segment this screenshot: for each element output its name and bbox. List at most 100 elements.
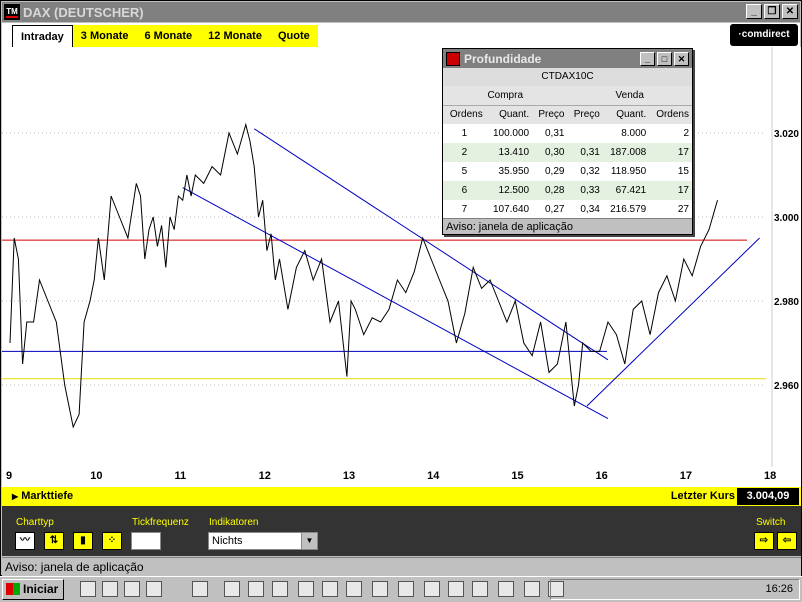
search-icon[interactable] xyxy=(124,581,140,597)
tickfrequenz-input[interactable] xyxy=(131,532,161,550)
y-tick-label: 2.960 xyxy=(774,381,799,392)
x-tick-label: 13 xyxy=(342,470,356,482)
tab-intraday[interactable]: Intraday xyxy=(12,25,73,47)
order-cell: 7 xyxy=(461,204,468,215)
tab-6-monate[interactable]: 6 Monate xyxy=(136,25,200,47)
tab-quote[interactable]: Quote xyxy=(270,25,318,47)
order-cell: 0,34 xyxy=(580,204,600,215)
clock: 16:26 xyxy=(765,583,793,595)
markttiefe-link[interactable]: ▶ Markttiefe xyxy=(12,490,73,502)
order-cell: 1 xyxy=(461,128,468,139)
order-cell: 0,29 xyxy=(545,166,565,177)
tm-icon[interactable] xyxy=(322,581,338,597)
info-bar: ▶ Markttiefe Letzter Kurs 3.004,09 xyxy=(2,487,801,506)
order-cell: 187.008 xyxy=(602,143,650,162)
order-row[interactable]: 1 100.000 0,31 8.000 2 xyxy=(443,124,692,143)
trend-line-rising xyxy=(586,237,760,407)
column-header: Preço xyxy=(567,104,603,124)
maximize-icon[interactable]: □ xyxy=(657,52,672,66)
browser-icon[interactable] xyxy=(248,581,264,597)
brand-logo: ·comdirect xyxy=(730,24,798,46)
taskbar: Iniciar 16:26 xyxy=(0,576,802,602)
order-row[interactable]: 7 107.640 0,27 0,34 216.579 27 xyxy=(443,200,692,219)
browser-icon[interactable] xyxy=(224,581,240,597)
browser-icon[interactable] xyxy=(472,581,488,597)
indikatoren-select[interactable]: Nichts ▼ xyxy=(208,532,318,550)
order-cell: 13.410 xyxy=(485,143,533,162)
close-icon[interactable]: ✕ xyxy=(674,52,689,66)
main-window: TM DAX (DEUTSCHER) _ ❐ ✕ Intraday 3 Mona… xyxy=(0,0,802,576)
tools-icon[interactable] xyxy=(102,581,118,597)
order-cell: 216.579 xyxy=(610,204,647,215)
minimize-icon[interactable]: _ xyxy=(640,52,655,66)
minimize-icon[interactable]: _ xyxy=(746,4,762,19)
tab-12-monate[interactable]: 12 Monate xyxy=(200,25,270,47)
browser-icon[interactable] xyxy=(524,581,540,597)
ohlc-chart-icon[interactable]: ⇅ xyxy=(44,532,64,550)
order-cell: 0,32 xyxy=(580,166,600,177)
aviso-label: Aviso: janela de aplicação xyxy=(443,218,692,234)
x-tick-label: 18 xyxy=(764,470,777,482)
x-tick-label: 10 xyxy=(90,470,103,482)
order-row[interactable]: 6 12.500 0,28 0,33 67.421 17 xyxy=(443,181,692,200)
switch-left-icon[interactable]: ⇨ xyxy=(754,532,774,550)
x-tick-label: 16 xyxy=(595,470,608,482)
charttyp-label: Charttyp xyxy=(16,517,54,528)
x-tick-label: 11 xyxy=(174,470,187,482)
switch-label: Switch xyxy=(756,517,786,528)
venda-header: Venda xyxy=(567,86,692,105)
order-cell: 0,30 xyxy=(532,143,568,162)
tab-3-monate[interactable]: 3 Monate xyxy=(73,25,137,47)
order-cell: 0,31 xyxy=(545,128,565,139)
order-cell: 8.000 xyxy=(621,128,647,139)
program-icon[interactable] xyxy=(398,581,414,597)
order-cell: 0,31 xyxy=(567,143,603,162)
compra-header: Compra xyxy=(443,86,568,105)
x-tick-label: 9 xyxy=(6,470,13,482)
order-cell: 0,28 xyxy=(532,181,568,200)
order-book-table: Compra Venda Ordens Quant. Preço Preço Quant… xyxy=(443,86,692,219)
app-icon[interactable] xyxy=(498,581,514,597)
tickfrequenz-label: Tickfrequenz xyxy=(132,517,189,528)
order-cell: 2 xyxy=(443,143,486,162)
profundidade-window[interactable]: Profundidade _ □ ✕ CTDAX10C Compra Venda… xyxy=(442,48,693,235)
profundidade-title: Profundidade xyxy=(464,51,542,66)
order-cell: 27 xyxy=(677,204,689,215)
last-price-label: Letzter Kurs xyxy=(670,490,735,502)
title-bar[interactable]: TM DAX (DEUTSCHER) _ ❐ ✕ xyxy=(2,2,800,22)
line-chart-icon[interactable]: 〰 xyxy=(15,532,35,550)
status-bar: Aviso: janela de aplicação xyxy=(2,557,801,576)
app-icon[interactable] xyxy=(146,581,162,597)
windows-flag-icon xyxy=(6,583,20,595)
chevron-down-icon[interactable]: ▼ xyxy=(301,533,317,549)
order-cell: 107.640 xyxy=(492,204,530,215)
x-tick-label: 12 xyxy=(258,470,271,482)
program-icon[interactable] xyxy=(372,581,388,597)
order-row[interactable]: 5 35.950 0,29 0,32 118.950 15 xyxy=(443,162,692,181)
control-panel: Charttyp 〰 ⇅ ▮ ⁘ Tickfrequenz Indikatore… xyxy=(2,506,801,556)
x-axis: 9 10 11 12 13 14 15 16 17 18 xyxy=(2,467,801,487)
grid-icon[interactable] xyxy=(424,581,440,597)
tab-bar: Intraday 3 Monate 6 Monate 12 Monate Quo… xyxy=(2,23,800,47)
pdf-icon[interactable] xyxy=(80,581,96,597)
program-icon[interactable] xyxy=(298,581,314,597)
order-cell: 15 xyxy=(677,166,689,177)
order-cell: 17 xyxy=(649,143,692,162)
restore-icon[interactable]: ❐ xyxy=(764,4,780,19)
browser-icon[interactable] xyxy=(448,581,464,597)
tm-icon[interactable] xyxy=(346,581,362,597)
candle-chart-icon[interactable]: ▮ xyxy=(73,532,93,550)
profundidade-title-bar[interactable]: Profundidade _ □ ✕ xyxy=(443,49,692,68)
y-tick-label: 2.980 xyxy=(774,297,799,308)
order-cell: 17 xyxy=(649,181,692,200)
browser-icon[interactable] xyxy=(272,581,288,597)
chevron-right-icon[interactable] xyxy=(192,581,208,597)
close-icon[interactable]: ✕ xyxy=(782,4,798,19)
dot-chart-icon[interactable]: ⁘ xyxy=(102,532,122,550)
x-tick-label: 17 xyxy=(679,470,693,482)
order-cell: 0,33 xyxy=(567,181,603,200)
switch-right-icon[interactable]: ⇦ xyxy=(777,532,797,550)
start-button[interactable]: Iniciar xyxy=(2,579,64,600)
order-cell: 0,27 xyxy=(545,204,565,215)
order-row[interactable]: 2 13.410 0,30 0,31 187.008 17 xyxy=(443,143,692,162)
